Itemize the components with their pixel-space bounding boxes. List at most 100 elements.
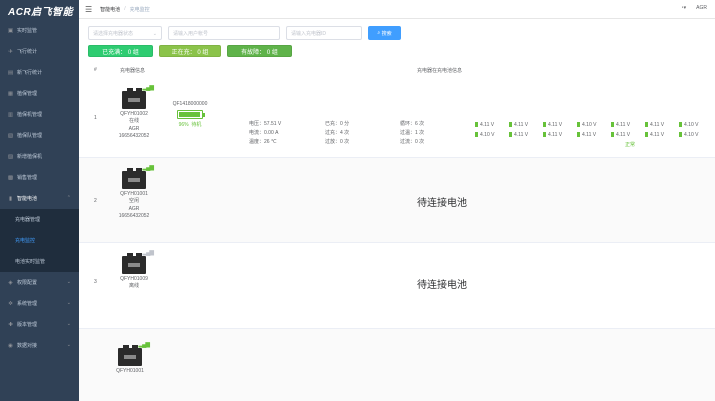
sidebar-item-new-flight-stats[interactable]: ▤ 新飞行统计 — [0, 62, 79, 83]
charger-phone: 16656432052 — [118, 133, 150, 140]
battery-level-bar — [177, 110, 205, 119]
sidebar-item-system[interactable]: ✲ 系统管理 ⌄ — [0, 293, 79, 314]
breadcrumb-root[interactable]: 智能电池 — [100, 6, 120, 13]
cell-battery-icon — [475, 132, 478, 137]
cell-voltage-value: 4.10 V — [480, 132, 495, 138]
cell-voltage: 4.11 V — [577, 132, 596, 138]
sidebar-sub-battery-realtime[interactable]: 电池实时监管 — [0, 251, 79, 272]
sidebar-item-label: 植保管理 — [17, 91, 38, 97]
cell-voltage: 4.11 V — [543, 122, 562, 128]
cell-battery-icon — [543, 132, 546, 137]
sidebar-item-label: 实时监管 — [17, 28, 38, 34]
sidebar-item-label: 版本管理 — [17, 322, 38, 328]
cell-voltage-value: 4.11 V — [650, 122, 665, 128]
lock-icon: ◈ — [8, 279, 13, 286]
table-row: ▂▄▆ QFYH01001 — [79, 329, 715, 401]
sidebar-item-add-drone[interactable]: ▨ 新增植保机 — [0, 146, 79, 167]
battery-state: 待机 — [191, 122, 202, 128]
tag-charging[interactable]: 正在充： 0 组 — [159, 45, 221, 57]
sidebar-menu: ▣ 实时监管 ✈ 飞行统计 ▤ 新飞行统计 ▦ 植保管理 ▥ 植保机管理 ▧ 植保队管理 ▨… — [0, 20, 79, 356]
sidebar-sub-charge-monitor[interactable]: 充电监控 — [0, 230, 79, 251]
cell-voltage: 4.11 V — [611, 122, 630, 128]
battery-id: QF1418000000 — [172, 101, 208, 107]
sidebar-sub-charger-mgmt[interactable]: 充电器管理 — [0, 209, 79, 230]
sidebar-item-team-mgmt[interactable]: ▧ 植保队管理 — [0, 125, 79, 146]
stat-overcurrent: 过流：0 次 — [400, 139, 425, 145]
stat-current: 电流：0.00 A — [249, 130, 279, 136]
col-battery: 充电器在充电池信息 — [417, 68, 463, 74]
version-icon: ✚ — [8, 321, 13, 328]
main-content: 请选择充电器状态 ⌄ 请输入用户帐号 请输入充电器ID ⌕ 搜索 已充满： 0 组… — [79, 19, 715, 401]
header-right: ◔▾ AGR — [681, 5, 707, 11]
filter-bar: 请选择充电器状态 ⌄ 请输入用户帐号 请输入充电器ID ⌕ 搜索 — [88, 26, 401, 40]
user-account-input[interactable]: 请输入用户帐号 — [168, 26, 280, 40]
battery-summary: QF1418000000 96% 待机 — [165, 101, 215, 128]
charger-status: 在线 — [128, 118, 139, 125]
status-tags: 已充满： 0 组 正在充： 0 组 有故障： 0 组 — [88, 45, 292, 57]
hamburger-icon[interactable]: ☰ — [85, 5, 92, 14]
cell-battery-icon — [679, 122, 682, 127]
cell-voltage-value: 4.10 V — [684, 132, 699, 138]
cell-voltage-value: 4.11 V — [650, 132, 665, 138]
sidebar-item-permissions[interactable]: ◈ 权限配置 ⌄ — [0, 272, 79, 293]
link-icon: ◉ — [8, 342, 13, 349]
cart-icon: ▩ — [7, 174, 14, 181]
cell-battery-icon — [543, 122, 546, 127]
sidebar-item-label: 电池实时监管 — [15, 259, 46, 265]
cell-voltage: 4.11 V — [645, 132, 664, 138]
tag-full[interactable]: 已充满： 0 组 — [88, 45, 153, 57]
gear-icon: ✲ — [8, 300, 13, 307]
signal-icon: ▂▄▆ — [142, 165, 155, 171]
charger-info: ▂▄▆ QFYH01009 离线 — [107, 250, 161, 291]
chevron-down-icon: ⌄ — [66, 342, 71, 348]
sidebar: ACR启飞智能 ▣ 实时监管 ✈ 飞行统计 ▤ 新飞行统计 ▦ 植保管理 ▥ 植保机管理 … — [0, 0, 79, 401]
waiting-label: 待连接电池 — [417, 280, 467, 291]
signal-icon: ▂▄▆ — [142, 85, 155, 91]
charger-info: ▂▄▆ QFYH01002 在线 AGR 16656432052 — [107, 85, 161, 141]
charger-status-select[interactable]: 请选择充电器状态 ⌄ — [88, 26, 162, 40]
cell-voltage: 4.10 V — [577, 122, 596, 128]
stat-overdischarge: 过放：0 次 — [325, 139, 350, 145]
sidebar-item-label: 充电监控 — [15, 238, 36, 244]
chevron-down-icon: ⌄ — [66, 279, 71, 285]
tag-fault[interactable]: 有故障： 0 组 — [227, 45, 292, 57]
sidebar-item-realtime[interactable]: ▣ 实时监管 — [0, 20, 79, 41]
sidebar-item-flight-stats[interactable]: ✈ 飞行统计 — [0, 41, 79, 62]
input-placeholder: 请输入用户帐号 — [173, 30, 209, 37]
stat-over-temp: 过温：1 次 — [400, 130, 425, 136]
row-index: 2 — [94, 198, 97, 204]
charger-owner: AGR — [128, 205, 140, 212]
cell-voltage: 4.10 V — [679, 132, 698, 138]
sidebar-item-sales[interactable]: ▩ 销售管理 — [0, 167, 79, 188]
cell-battery-icon — [679, 132, 682, 137]
charger-id-input[interactable]: 请输入充电器ID — [286, 26, 362, 40]
cell-voltage-value: 4.10 V — [684, 122, 699, 128]
charger-id: QFYH01001 — [116, 368, 144, 374]
sidebar-item-label: 充电器管理 — [15, 217, 41, 223]
sidebar-item-drone-mgmt[interactable]: ▥ 植保机管理 — [0, 104, 79, 125]
table-row: 2 ▂▄▆ QFYH01001 空闲 AGR 16656432052 待连接电池 — [79, 158, 715, 243]
charger-device-icon: ▂▄▆ — [116, 342, 150, 366]
team-icon: ▧ — [7, 132, 14, 139]
cell-battery-icon — [509, 132, 512, 137]
sidebar-item-label: 植保机管理 — [17, 112, 43, 118]
plane-icon: ✈ — [8, 48, 13, 55]
breadcrumb-separator: / — [124, 6, 126, 12]
add-icon: ▨ — [7, 153, 14, 160]
user-name[interactable]: AGR — [696, 5, 707, 11]
cell-battery-icon — [611, 122, 614, 127]
search-button[interactable]: ⌕ 搜索 — [368, 26, 401, 40]
sidebar-item-label: 系统管理 — [17, 301, 38, 307]
charger-phone: 16656432052 — [118, 213, 150, 220]
sidebar-item-data-link[interactable]: ◉ 数据对接 ⌄ — [0, 335, 79, 356]
sidebar-item-plant-protection[interactable]: ▦ 植保管理 — [0, 83, 79, 104]
sidebar-item-version[interactable]: ✚ 版本管理 ⌄ — [0, 314, 79, 335]
avatar-icon[interactable]: ◔▾ — [681, 5, 687, 11]
cell-voltage: 4.11 V — [645, 122, 664, 128]
sidebar-item-smart-battery[interactable]: ▮ 智能电池 ⌃ — [0, 188, 79, 209]
col-charger: 充电器信息 — [120, 68, 146, 74]
cell-voltage: 4.11 V — [543, 132, 562, 138]
stat-voltage: 电压：57.51 V — [249, 121, 282, 127]
sidebar-item-label: 新增植保机 — [17, 154, 43, 160]
charger-device-icon: ▂▄▆ — [120, 165, 154, 189]
